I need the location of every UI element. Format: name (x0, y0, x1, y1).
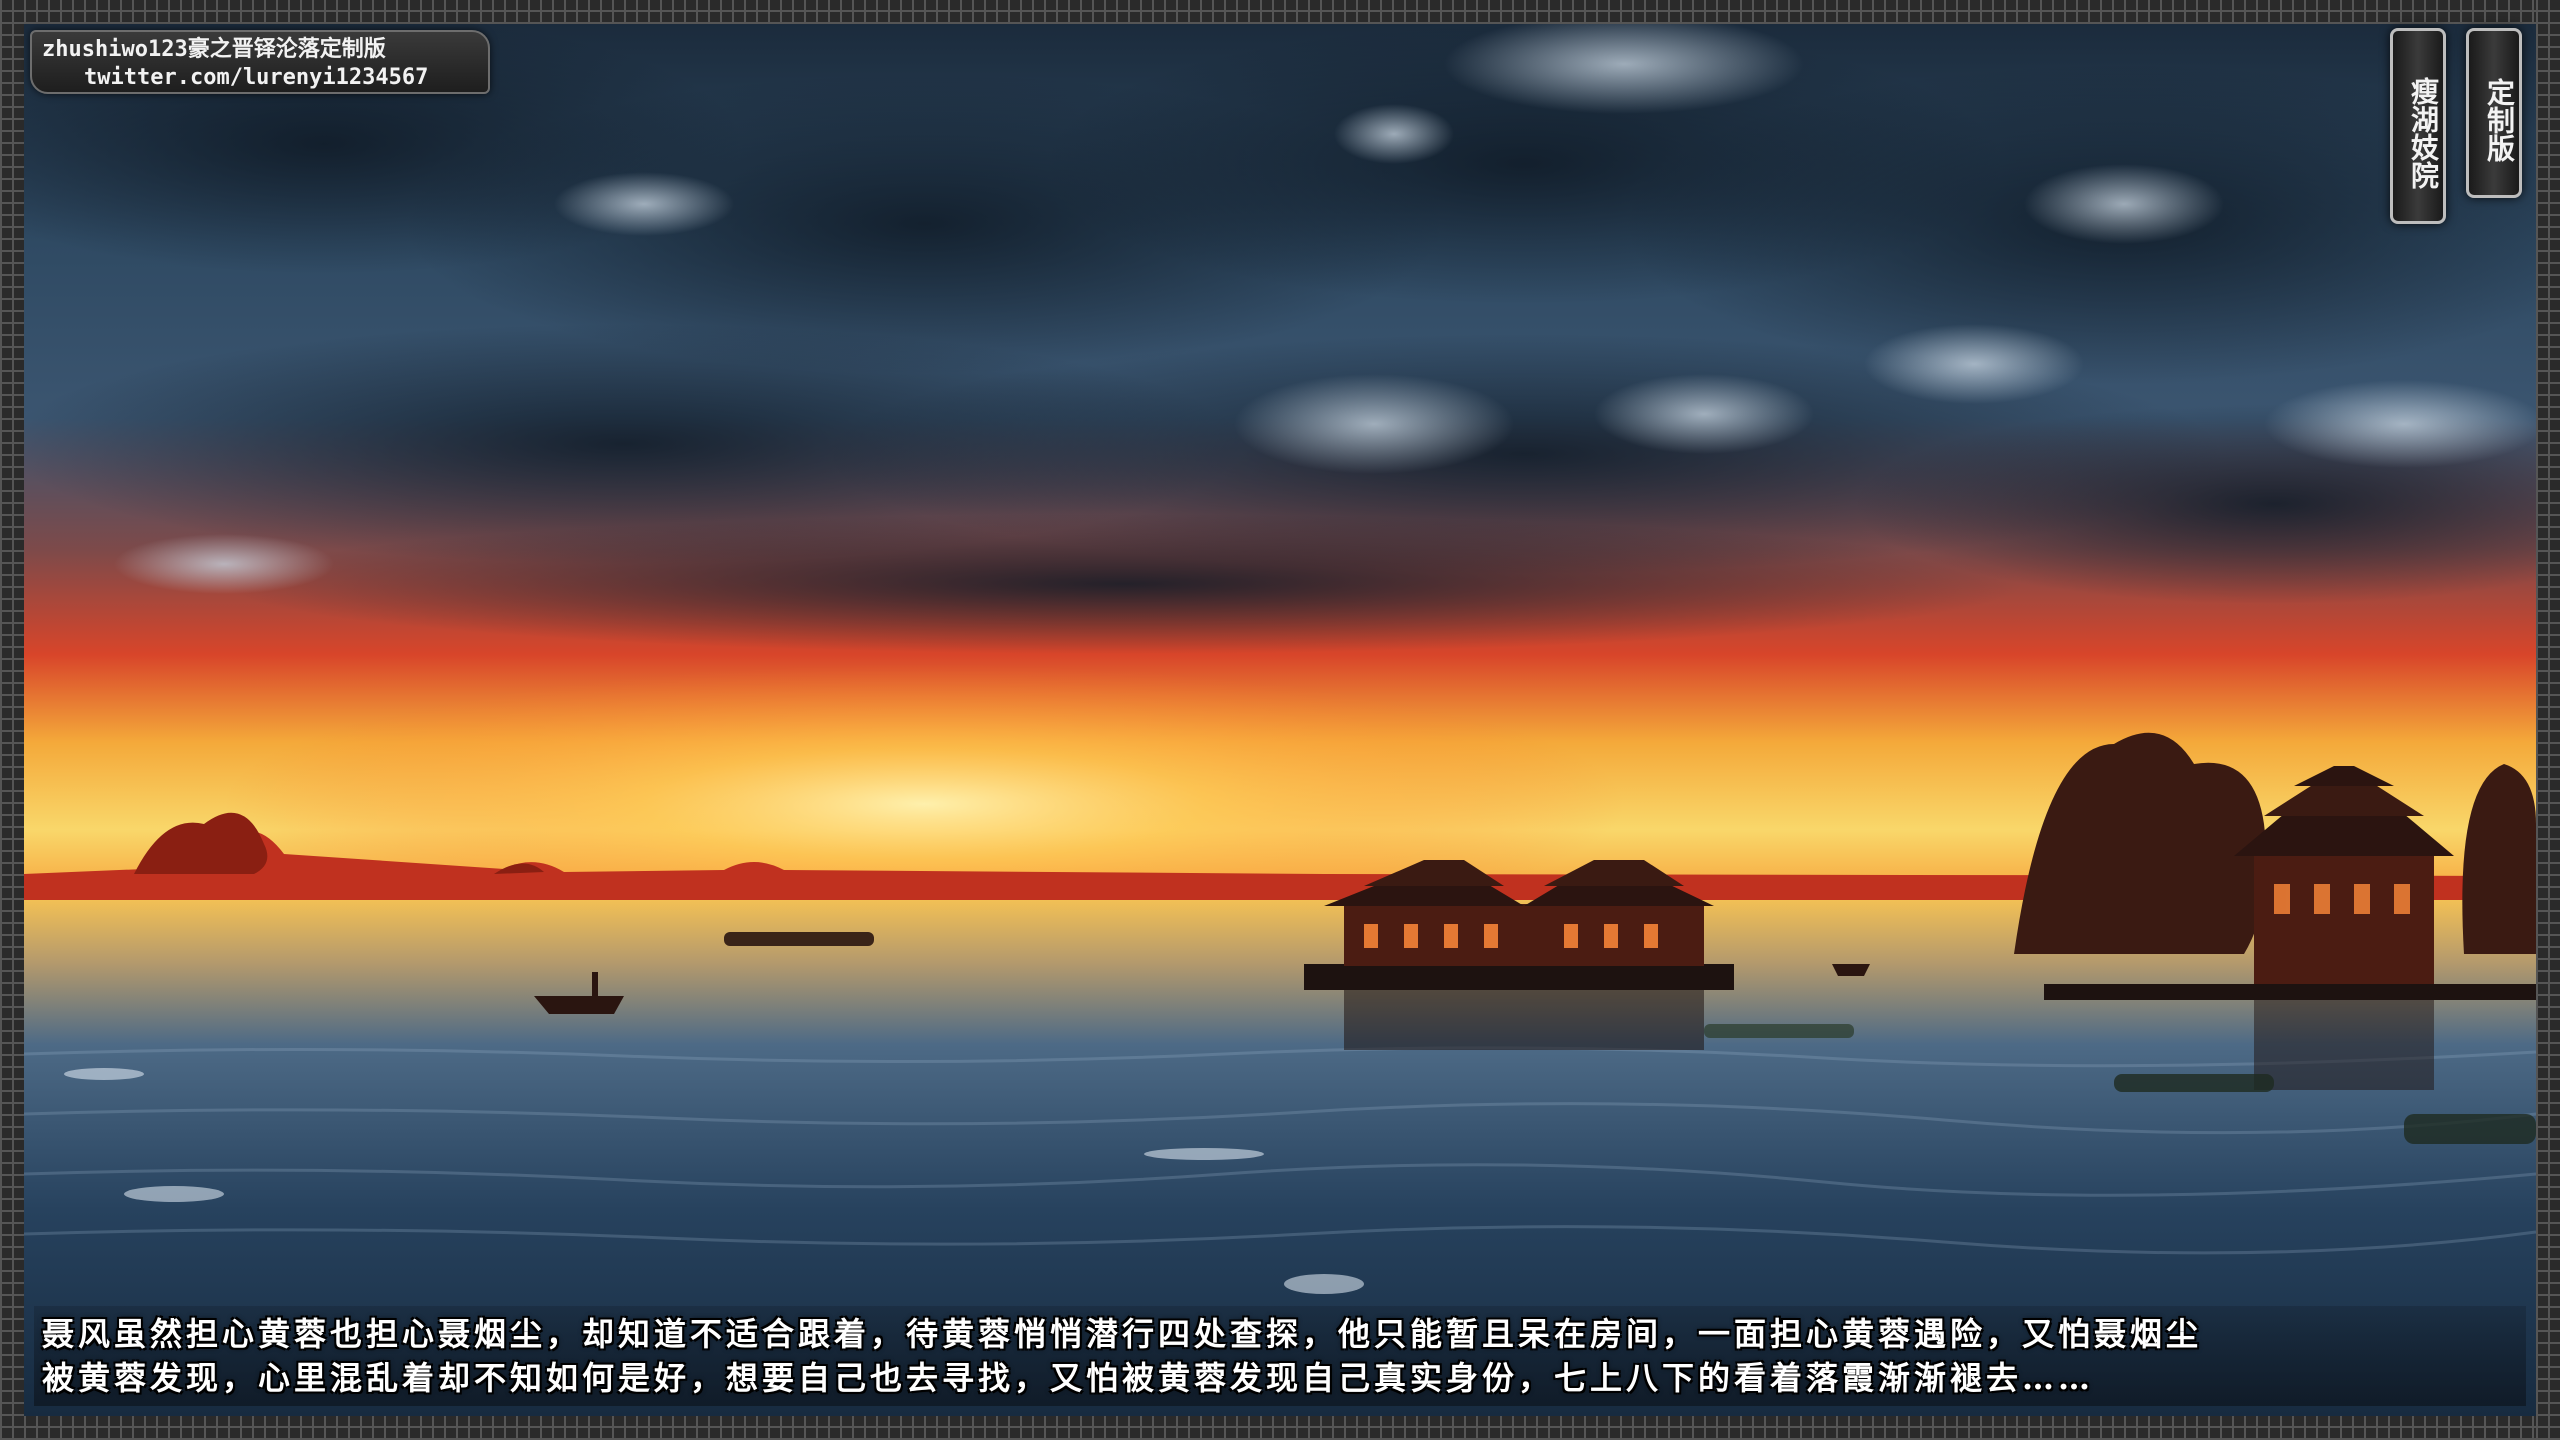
watermark-line-2: twitter.com/lurenyi1234567 (84, 65, 429, 90)
frame-border-right (2536, 0, 2560, 1440)
seal-banner-right: 定制版 (2466, 28, 2522, 198)
subtitle-box: 聂风虽然担心黄蓉也担心聂烟尘，却知道不适合跟着，待黄蓉悄悄潜行四处查探，他只能暂… (34, 1306, 2526, 1406)
subtitle-line-2: 被黄蓉发现，心里混乱着却不知如何是好，想要自己也去寻找，又怕被黄蓉发现自己真实身… (42, 1359, 2095, 1397)
frame-border-bottom (0, 1416, 2560, 1440)
subtitle-line-1: 聂风虽然担心黄蓉也担心聂烟尘，却知道不适合跟着，待黄蓉悄悄潜行四处查探，他只能暂… (42, 1315, 2203, 1353)
watermark-badge: zhushiwo123豪之晋铎沦落定制版 twitter.com/lurenyi… (30, 30, 490, 94)
seal-banner-left: 瘦湖妓院 (2390, 28, 2446, 224)
frame-border-top (0, 0, 2560, 24)
lake-sunset-scene (24, 24, 2536, 1416)
rowboat-right (1832, 964, 1870, 976)
scene-illustration (24, 24, 2536, 1416)
screenshot-stage: zhushiwo123豪之晋铎沦落定制版 twitter.com/lurenyi… (0, 0, 2560, 1440)
frame-border-left (0, 0, 24, 1440)
small-island (724, 932, 874, 946)
watermark-line-1: zhushiwo123豪之晋铎沦落定制版 (42, 37, 386, 62)
